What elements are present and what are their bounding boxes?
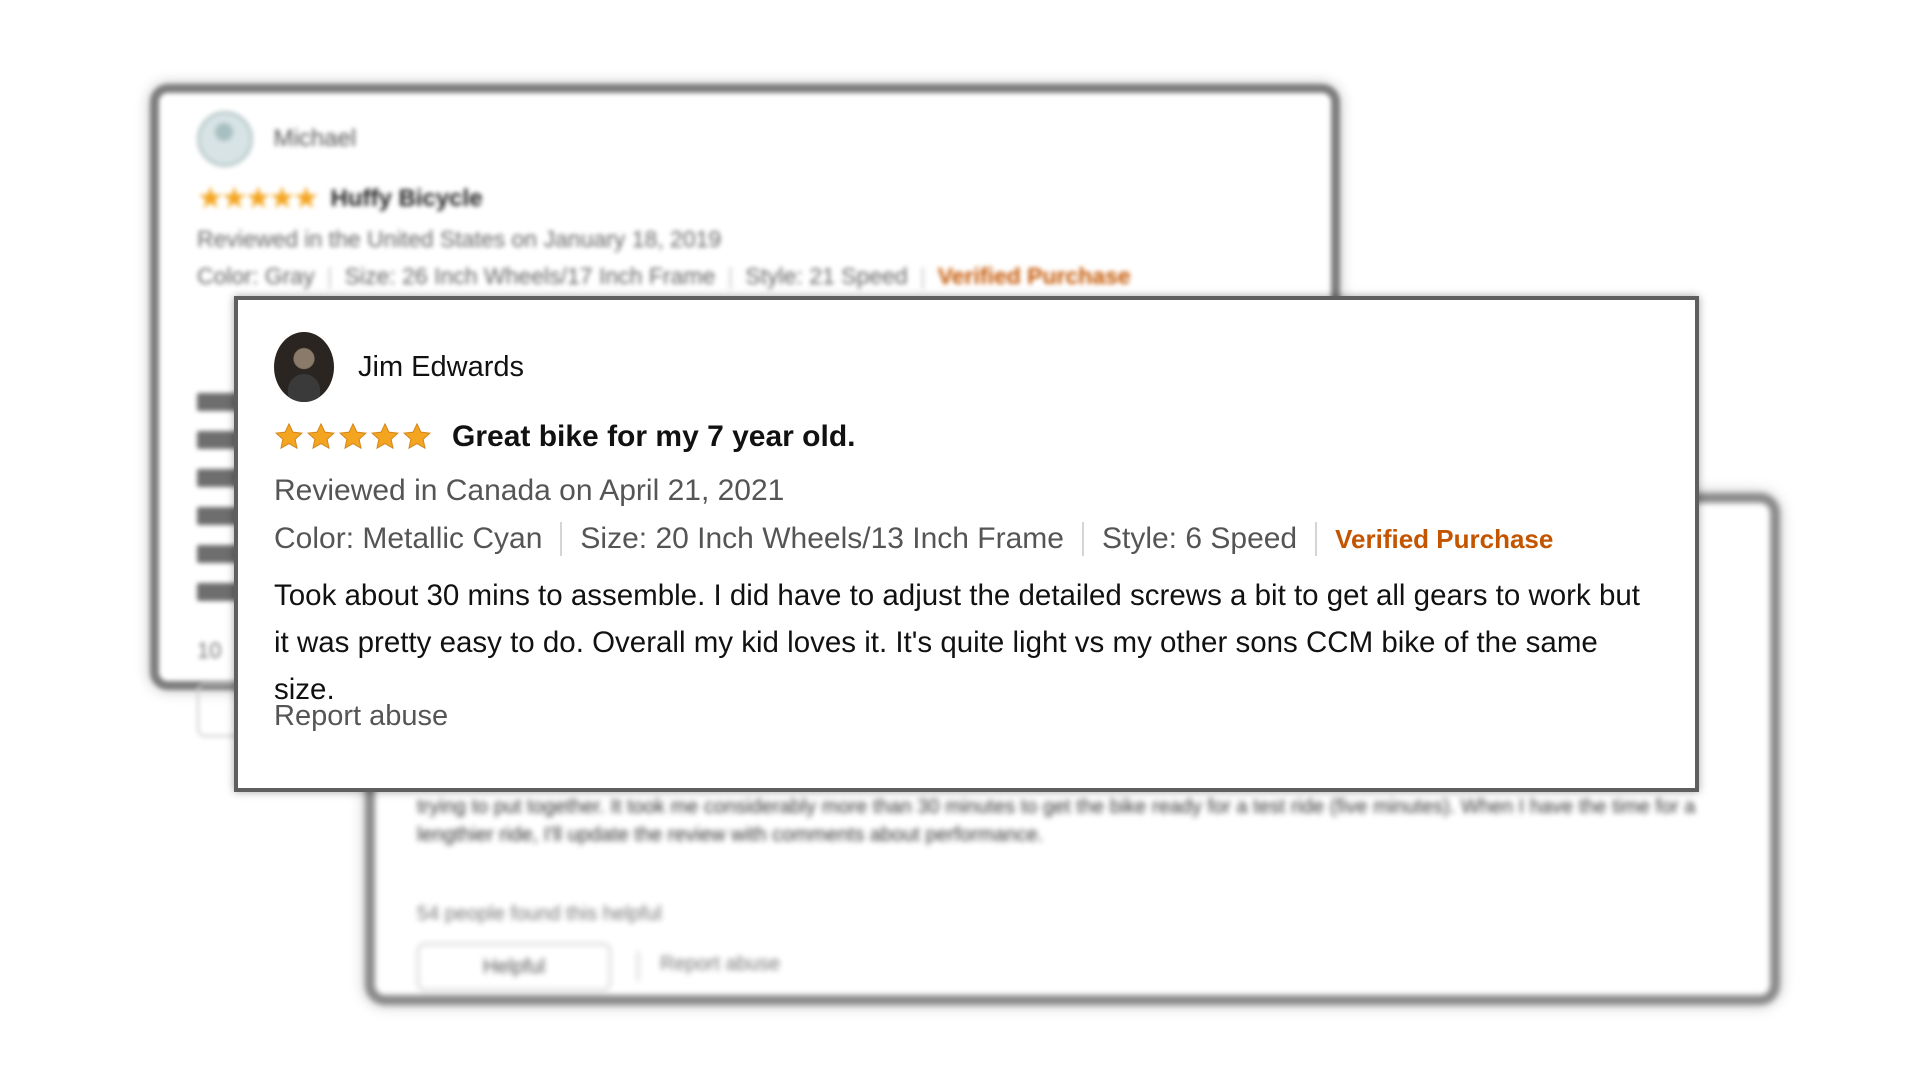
star-icon bbox=[306, 422, 336, 450]
verified-purchase-badge: Verified Purchase bbox=[937, 263, 1131, 289]
reviewer-profile[interactable]: Jim Edwards bbox=[274, 332, 524, 402]
star-icon bbox=[370, 422, 400, 450]
variant-style[interactable]: Style: 6 Speed bbox=[1102, 522, 1297, 556]
helpful-count: 10 bbox=[197, 638, 222, 663]
star-rating: ★★★★★ bbox=[197, 182, 319, 215]
avatar-icon bbox=[197, 111, 253, 167]
report-abuse-link[interactable]: Report abuse bbox=[274, 700, 448, 733]
verified-purchase-badge: Verified Purchase bbox=[1335, 523, 1554, 554]
star-icon bbox=[274, 422, 304, 450]
divider bbox=[1315, 522, 1318, 556]
review-date: Reviewed in Canada on April 21, 2021 bbox=[274, 474, 785, 507]
helpful-button[interactable]: Helpful bbox=[417, 943, 611, 991]
star-icon bbox=[338, 422, 368, 450]
review-body: trying to put together. It took me consi… bbox=[417, 796, 1696, 846]
review-title[interactable]: Great bike for my 7 year old. bbox=[452, 420, 856, 454]
divider bbox=[1081, 522, 1084, 556]
review-body: Took about 30 mins to assemble. I did ha… bbox=[274, 579, 1640, 706]
variant-size[interactable]: Size: 20 Inch Wheels/13 Inch Frame bbox=[580, 522, 1064, 556]
divider bbox=[637, 951, 639, 981]
review-card: Jim Edwards Great bike for my 7 year old… bbox=[234, 296, 1699, 792]
helpful-count: 54 people found this helpful bbox=[417, 903, 662, 925]
review-title[interactable]: Huffy Bicycle bbox=[330, 185, 482, 213]
variant-color: Color: Gray bbox=[197, 263, 315, 289]
review-variant-meta: Color: Metallic Cyan Size: 20 Inch Wheel… bbox=[274, 522, 1553, 556]
variant-size: Size: 26 Inch Wheels/17 Inch Frame bbox=[344, 263, 716, 289]
variant-style: Style: 21 Speed bbox=[745, 263, 908, 289]
report-abuse-link[interactable]: Report abuse bbox=[660, 953, 780, 976]
star-icon bbox=[402, 422, 432, 450]
divider bbox=[560, 522, 563, 556]
star-rating bbox=[274, 422, 432, 452]
review-date: Reviewed in the United States on January… bbox=[197, 226, 722, 252]
variant-color[interactable]: Color: Metallic Cyan bbox=[274, 522, 542, 556]
avatar-icon[interactable] bbox=[274, 332, 334, 402]
review-variant-meta: Color: Gray | Size: 26 Inch Wheels/17 Inch… bbox=[197, 263, 1131, 289]
reviewer-name[interactable]: Jim Edwards bbox=[358, 351, 524, 384]
reviewer-name: Michael bbox=[273, 125, 357, 152]
